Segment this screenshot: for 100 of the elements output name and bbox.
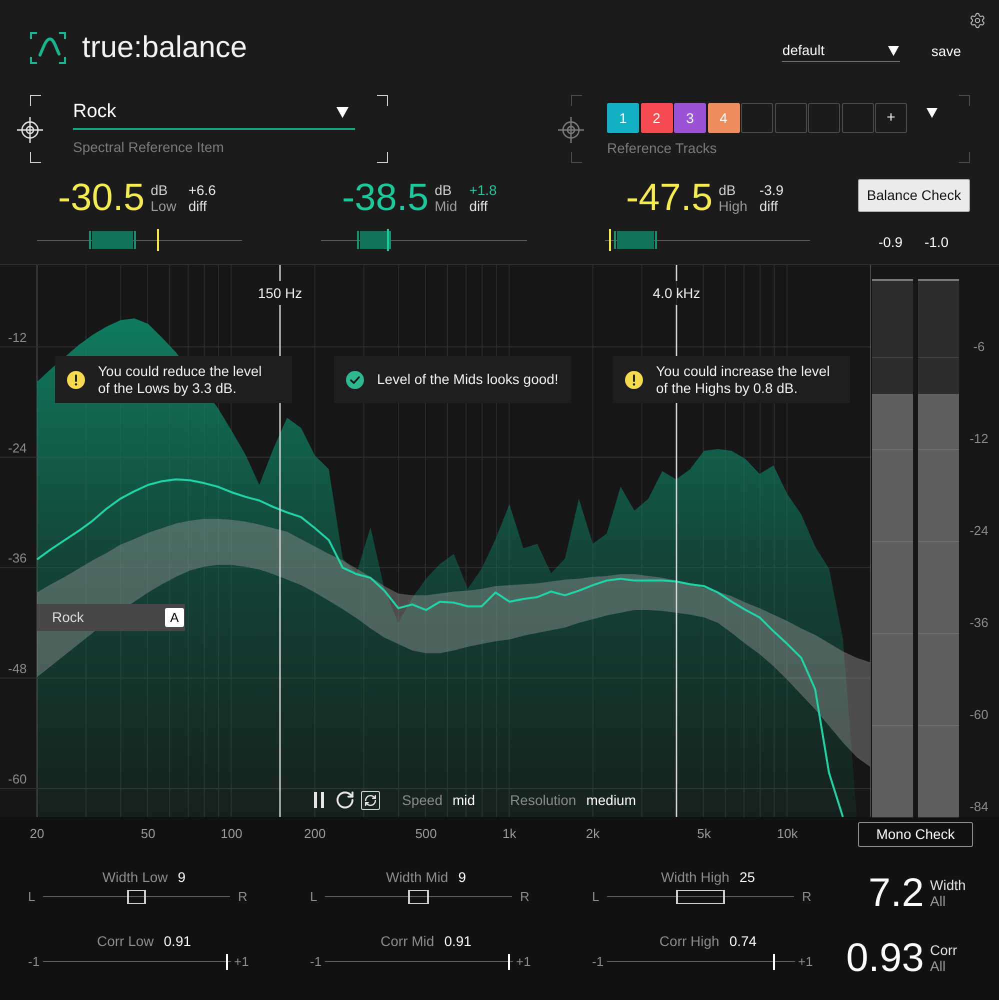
scale-label: -24: [968, 523, 990, 539]
diff-value: -3.9: [759, 182, 784, 198]
crossover-label: 4.0 kHz: [652, 285, 700, 301]
band-label: Mid: [434, 198, 458, 214]
control-value[interactable]: medium: [586, 790, 636, 810]
target-range: [360, 231, 388, 249]
range-end-handle[interactable]: [426, 890, 429, 904]
level-value: -38.5: [342, 178, 429, 218]
frame-corner: [959, 152, 970, 163]
level-value: -30.5: [58, 178, 145, 218]
axis-label: -36: [8, 550, 27, 566]
reference-dropdown[interactable]: Rock: [73, 96, 355, 130]
crossover-line[interactable]: [279, 265, 281, 817]
reference-name: Rock: [52, 608, 84, 627]
axis-label: 5k: [697, 826, 711, 842]
frame-corner: [30, 152, 41, 163]
track-tile[interactable]: 3: [674, 103, 706, 133]
control-value[interactable]: mid: [452, 790, 476, 810]
scale-label: -12: [968, 431, 990, 447]
check-icon: [346, 370, 364, 388]
axis-label: 200: [304, 826, 326, 842]
range-end-handle[interactable]: [722, 890, 725, 904]
reference-tag[interactable]: Rock A: [37, 604, 185, 631]
reference-caption: Reference Tracks: [607, 140, 718, 157]
target-range: [92, 231, 134, 249]
summary-value: 0.93: [846, 936, 924, 980]
axis-label: -24: [8, 440, 27, 456]
add-track-button[interactable]: +: [875, 103, 907, 133]
width-slider[interactable]: [43, 889, 230, 905]
side-label: R: [520, 888, 530, 906]
unit-label: dB: [150, 182, 169, 198]
side-label: L: [592, 888, 600, 906]
slider-label: Width High: [660, 868, 730, 887]
range-label: -1: [310, 953, 323, 972]
range-label: +1: [234, 953, 250, 972]
hint-text: You could reduce the level of the Lows by 3.3 dB.: [98, 362, 262, 396]
save-button[interactable]: save: [931, 40, 961, 62]
target-range: [617, 231, 654, 249]
unit-label: dB: [718, 182, 737, 198]
slider-value: 9: [178, 868, 186, 886]
diff-label: diff: [469, 198, 489, 214]
scale-label: -36: [968, 615, 990, 631]
app-title: true:balance: [82, 31, 248, 65]
range-label: -1: [28, 953, 41, 972]
diff-value: +6.6: [188, 182, 216, 198]
caret-icon: [336, 106, 349, 118]
axis-label: 1k: [502, 826, 516, 842]
slider-label: Corr Low: [96, 932, 154, 950]
summary-sublabel: All: [930, 958, 947, 974]
level-value: -47.5: [626, 178, 713, 218]
refresh-icon[interactable]: [361, 790, 380, 810]
range-start-handle[interactable]: [408, 890, 410, 904]
axis-label: -12: [8, 330, 27, 345]
scale-label: -84: [968, 799, 990, 815]
side-label: R: [802, 888, 812, 906]
summary-value: 7.2: [868, 871, 924, 915]
peak-reading: -1.0: [923, 234, 950, 250]
range-label: -1: [592, 953, 605, 972]
letter-tag[interactable]: A: [165, 608, 184, 627]
band-label: High: [718, 198, 748, 214]
axis-label: -48: [8, 661, 27, 676]
crossover-line[interactable]: [676, 265, 678, 817]
tracks-menu-button[interactable]: [926, 108, 938, 118]
slider-value: 0.74: [729, 932, 757, 950]
logo-icon: [30, 32, 66, 64]
slider-label: Width Mid: [386, 868, 448, 886]
axis-label: 100: [220, 826, 242, 842]
scale-label: -6: [972, 339, 986, 355]
range-end-handle[interactable]: [144, 890, 146, 904]
frame-corner: [571, 152, 582, 163]
slider-value: 0.91: [164, 932, 192, 950]
axis-label: 20: [30, 826, 44, 842]
slider-value: 0.91: [444, 932, 472, 950]
axis-label: 10k: [776, 826, 798, 842]
track-tile[interactable]: 2: [640, 103, 672, 133]
circular-arrow-icon[interactable]: [335, 790, 355, 810]
range-label: +1: [516, 953, 532, 972]
balance-check-button[interactable]: Balance Check: [858, 179, 970, 212]
preset-dropdown[interactable]: default: [782, 40, 900, 62]
axis-label: 500: [415, 826, 437, 842]
diff-label: diff: [188, 198, 208, 214]
axis-label: -60: [8, 771, 27, 786]
slider-value: 9: [458, 868, 466, 886]
range-start-handle[interactable]: [676, 890, 678, 904]
settings-icon[interactable]: [969, 12, 986, 29]
caret-icon: [888, 46, 900, 56]
control-label: Resolution: [510, 790, 576, 810]
frame-corner: [571, 95, 582, 106]
summary-sublabel: All: [930, 893, 947, 909]
width-slider[interactable]: [325, 889, 512, 905]
frame-corner: [959, 95, 970, 106]
crosshair-icon[interactable]: [17, 117, 43, 143]
width-slider[interactable]: [607, 889, 794, 905]
range-start-handle[interactable]: [127, 890, 130, 904]
reference-caption: Spectral Reference Item: [73, 139, 225, 156]
peak-reading: -0.9: [877, 234, 904, 250]
crossover-label: 150 Hz: [258, 285, 302, 301]
pause-icon[interactable]: [313, 792, 325, 808]
mono-check-button[interactable]: Mono Check: [858, 822, 973, 847]
scale-label: -60: [968, 707, 990, 723]
